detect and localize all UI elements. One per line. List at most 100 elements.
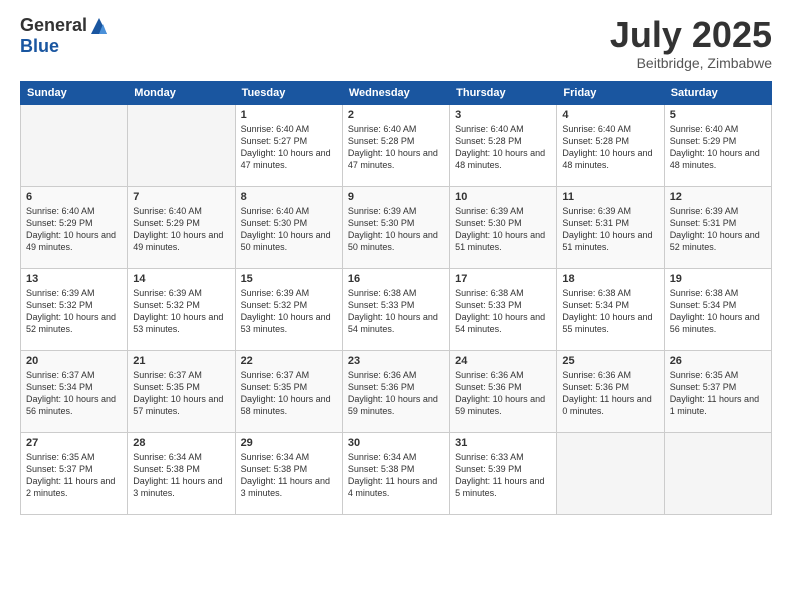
- day-number: 15: [241, 273, 337, 285]
- calendar-cell: 3 Sunrise: 6:40 AM Sunset: 5:28 PM Daylig…: [450, 104, 557, 186]
- day-info: Sunrise: 6:39 AM Sunset: 5:30 PM Dayligh…: [348, 205, 444, 254]
- logo: General Blue: [20, 15, 109, 57]
- calendar-week-1: 6 Sunrise: 6:40 AM Sunset: 5:29 PM Daylig…: [21, 186, 772, 268]
- day-info: Sunrise: 6:38 AM Sunset: 5:33 PM Dayligh…: [348, 287, 444, 336]
- calendar-cell: 10 Sunrise: 6:39 AM Sunset: 5:30 PM Dayli…: [450, 186, 557, 268]
- header: General Blue July 2025 Beitbridge, Zimba…: [20, 15, 772, 71]
- day-info: Sunrise: 6:37 AM Sunset: 5:35 PM Dayligh…: [241, 369, 337, 418]
- calendar-header-thursday: Thursday: [450, 81, 557, 104]
- day-info: Sunrise: 6:37 AM Sunset: 5:34 PM Dayligh…: [26, 369, 122, 418]
- day-number: 17: [455, 273, 551, 285]
- calendar-header-friday: Friday: [557, 81, 664, 104]
- day-info: Sunrise: 6:40 AM Sunset: 5:30 PM Dayligh…: [241, 205, 337, 254]
- day-info: Sunrise: 6:37 AM Sunset: 5:35 PM Dayligh…: [133, 369, 229, 418]
- month-title: July 2025: [610, 15, 772, 55]
- day-info: Sunrise: 6:34 AM Sunset: 5:38 PM Dayligh…: [241, 451, 337, 500]
- day-number: 16: [348, 273, 444, 285]
- calendar-cell: 1 Sunrise: 6:40 AM Sunset: 5:27 PM Daylig…: [235, 104, 342, 186]
- day-info: Sunrise: 6:39 AM Sunset: 5:32 PM Dayligh…: [241, 287, 337, 336]
- calendar-week-4: 27 Sunrise: 6:35 AM Sunset: 5:37 PM Dayli…: [21, 432, 772, 514]
- day-info: Sunrise: 6:36 AM Sunset: 5:36 PM Dayligh…: [348, 369, 444, 418]
- calendar-header-wednesday: Wednesday: [342, 81, 449, 104]
- day-number: 28: [133, 437, 229, 449]
- calendar-cell: 20 Sunrise: 6:37 AM Sunset: 5:34 PM Dayli…: [21, 350, 128, 432]
- calendar-cell: 21Sunrise: 6:37 AM Sunset: 5:35 PM Dayli…: [128, 350, 235, 432]
- calendar-cell: 28 Sunrise: 6:34 AM Sunset: 5:38 PM Dayli…: [128, 432, 235, 514]
- calendar-cell: [128, 104, 235, 186]
- day-info: Sunrise: 6:39 AM Sunset: 5:32 PM Dayligh…: [133, 287, 229, 336]
- day-number: 26: [670, 355, 766, 367]
- day-number: 29: [241, 437, 337, 449]
- day-number: 11: [562, 191, 658, 203]
- calendar-cell: [664, 432, 771, 514]
- calendar-cell: 14 Sunrise: 6:39 AM Sunset: 5:32 PM Dayli…: [128, 268, 235, 350]
- day-number: 10: [455, 191, 551, 203]
- day-number: 3: [455, 109, 551, 121]
- calendar-cell: 7 Sunrise: 6:40 AM Sunset: 5:29 PM Daylig…: [128, 186, 235, 268]
- calendar-cell: 24 Sunrise: 6:36 AM Sunset: 5:36 PM Dayli…: [450, 350, 557, 432]
- calendar-cell: 29 Sunrise: 6:34 AM Sunset: 5:38 PM Dayli…: [235, 432, 342, 514]
- day-number: 9: [348, 191, 444, 203]
- calendar-week-3: 20 Sunrise: 6:37 AM Sunset: 5:34 PM Dayli…: [21, 350, 772, 432]
- calendar-cell: 16 Sunrise: 6:38 AM Sunset: 5:33 PM Dayli…: [342, 268, 449, 350]
- day-info: Sunrise: 6:40 AM Sunset: 5:29 PM Dayligh…: [26, 205, 122, 254]
- day-number: 30: [348, 437, 444, 449]
- day-number: 27: [26, 437, 122, 449]
- day-info: Sunrise: 6:34 AM Sunset: 5:38 PM Dayligh…: [348, 451, 444, 500]
- day-number: 22: [241, 355, 337, 367]
- day-number: 1: [241, 109, 337, 121]
- day-number: 13: [26, 273, 122, 285]
- day-info: Sunrise: 6:38 AM Sunset: 5:34 PM Dayligh…: [562, 287, 658, 336]
- day-number: 5: [670, 109, 766, 121]
- calendar-cell: 19Sunrise: 6:38 AM Sunset: 5:34 PM Dayli…: [664, 268, 771, 350]
- title-section: July 2025 Beitbridge, Zimbabwe: [610, 15, 772, 71]
- day-number: 12: [670, 191, 766, 203]
- day-info: Sunrise: 6:36 AM Sunset: 5:36 PM Dayligh…: [455, 369, 551, 418]
- day-info: Sunrise: 6:35 AM Sunset: 5:37 PM Dayligh…: [26, 451, 122, 500]
- calendar-header-sunday: Sunday: [21, 81, 128, 104]
- day-number: 2: [348, 109, 444, 121]
- day-number: 6: [26, 191, 122, 203]
- day-info: Sunrise: 6:39 AM Sunset: 5:30 PM Dayligh…: [455, 205, 551, 254]
- day-info: Sunrise: 6:40 AM Sunset: 5:29 PM Dayligh…: [670, 123, 766, 172]
- day-info: Sunrise: 6:39 AM Sunset: 5:31 PM Dayligh…: [562, 205, 658, 254]
- calendar-cell: 5 Sunrise: 6:40 AM Sunset: 5:29 PM Daylig…: [664, 104, 771, 186]
- day-number: 18: [562, 273, 658, 285]
- day-number: 20: [26, 355, 122, 367]
- calendar: SundayMondayTuesdayWednesdayThursdayFrid…: [20, 81, 772, 515]
- calendar-cell: 17Sunrise: 6:38 AM Sunset: 5:33 PM Dayli…: [450, 268, 557, 350]
- calendar-cell: 23Sunrise: 6:36 AM Sunset: 5:36 PM Dayli…: [342, 350, 449, 432]
- day-number: 7: [133, 191, 229, 203]
- day-info: Sunrise: 6:34 AM Sunset: 5:38 PM Dayligh…: [133, 451, 229, 500]
- day-number: 14: [133, 273, 229, 285]
- day-number: 31: [455, 437, 551, 449]
- calendar-cell: 11 Sunrise: 6:39 AM Sunset: 5:31 PM Dayli…: [557, 186, 664, 268]
- day-info: Sunrise: 6:38 AM Sunset: 5:34 PM Dayligh…: [670, 287, 766, 336]
- calendar-cell: 30 Sunrise: 6:34 AM Sunset: 5:38 PM Dayli…: [342, 432, 449, 514]
- day-info: Sunrise: 6:40 AM Sunset: 5:27 PM Dayligh…: [241, 123, 337, 172]
- day-number: 4: [562, 109, 658, 121]
- day-info: Sunrise: 6:40 AM Sunset: 5:28 PM Dayligh…: [455, 123, 551, 172]
- calendar-cell: [21, 104, 128, 186]
- day-number: 8: [241, 191, 337, 203]
- calendar-cell: 25 Sunrise: 6:36 AM Sunset: 5:36 PM Dayli…: [557, 350, 664, 432]
- calendar-cell: 4 Sunrise: 6:40 AM Sunset: 5:28 PM Daylig…: [557, 104, 664, 186]
- calendar-cell: 9 Sunrise: 6:39 AM Sunset: 5:30 PM Daylig…: [342, 186, 449, 268]
- day-number: 25: [562, 355, 658, 367]
- calendar-header-monday: Monday: [128, 81, 235, 104]
- logo-icon: [89, 16, 109, 36]
- day-info: Sunrise: 6:35 AM Sunset: 5:37 PM Dayligh…: [670, 369, 766, 418]
- calendar-cell: 27 Sunrise: 6:35 AM Sunset: 5:37 PM Dayli…: [21, 432, 128, 514]
- calendar-cell: 2Sunrise: 6:40 AM Sunset: 5:28 PM Daylig…: [342, 104, 449, 186]
- day-number: 24: [455, 355, 551, 367]
- calendar-cell: 15 Sunrise: 6:39 AM Sunset: 5:32 PM Dayli…: [235, 268, 342, 350]
- day-info: Sunrise: 6:40 AM Sunset: 5:29 PM Dayligh…: [133, 205, 229, 254]
- calendar-cell: 6 Sunrise: 6:40 AM Sunset: 5:29 PM Daylig…: [21, 186, 128, 268]
- logo-general-text: General: [20, 15, 87, 36]
- logo-blue-text: Blue: [20, 36, 59, 57]
- day-info: Sunrise: 6:39 AM Sunset: 5:31 PM Dayligh…: [670, 205, 766, 254]
- day-info: Sunrise: 6:40 AM Sunset: 5:28 PM Dayligh…: [562, 123, 658, 172]
- day-info: Sunrise: 6:36 AM Sunset: 5:36 PM Dayligh…: [562, 369, 658, 418]
- calendar-cell: 8 Sunrise: 6:40 AM Sunset: 5:30 PM Daylig…: [235, 186, 342, 268]
- calendar-cell: 22 Sunrise: 6:37 AM Sunset: 5:35 PM Dayli…: [235, 350, 342, 432]
